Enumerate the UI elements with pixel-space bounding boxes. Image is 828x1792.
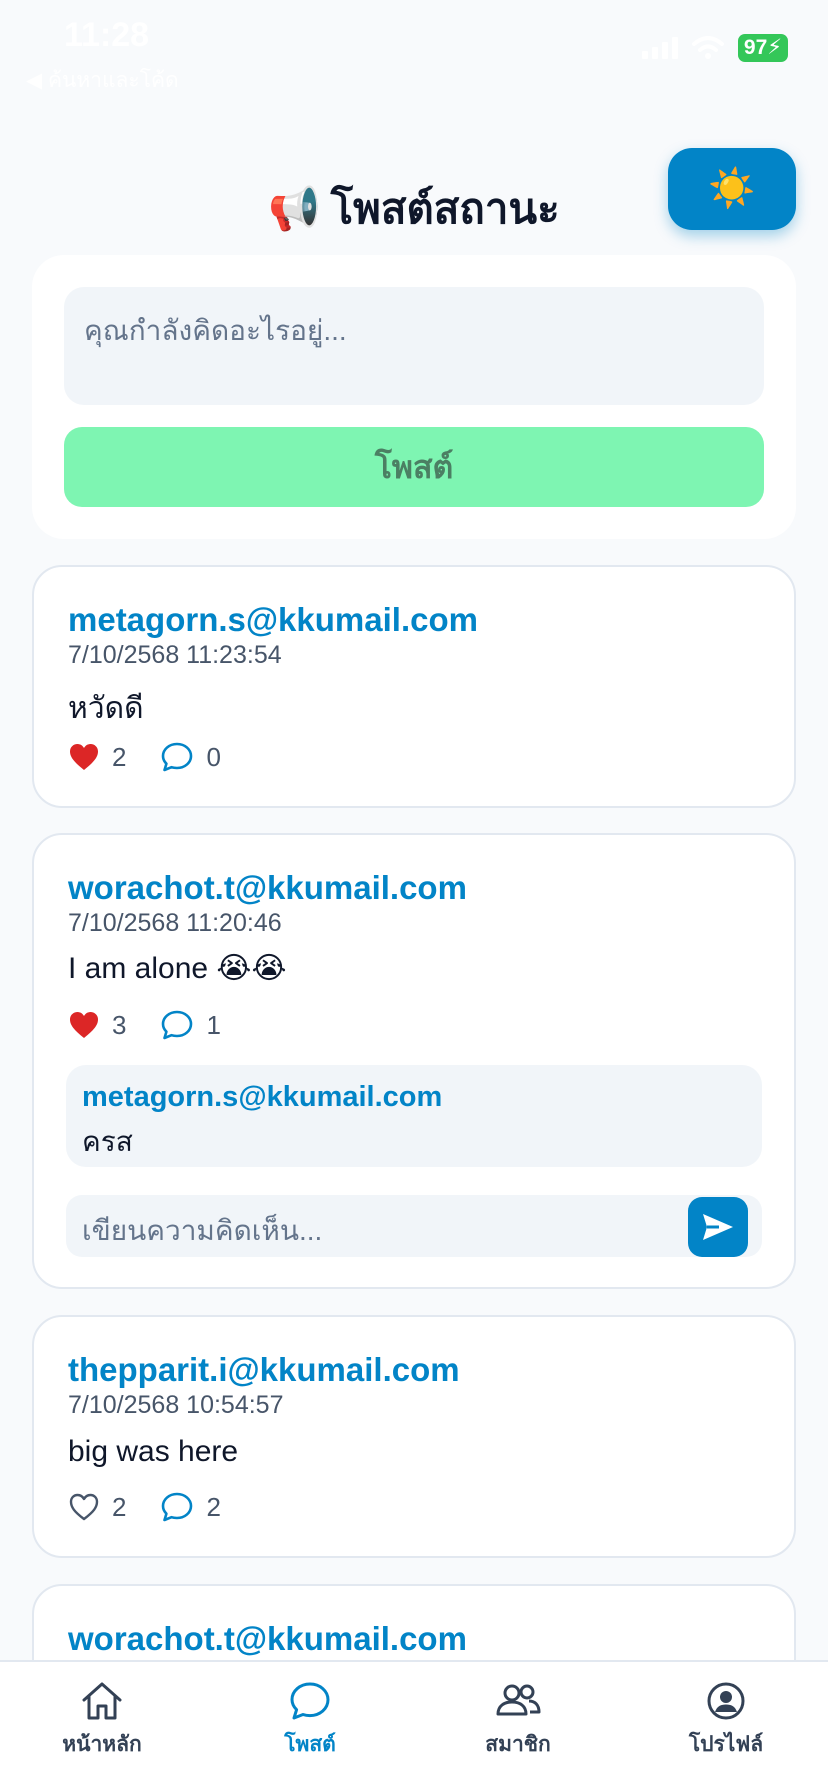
theme-toggle-button[interactable]: ☀️ (668, 148, 796, 230)
wifi-icon (691, 36, 724, 59)
like-button[interactable]: 2 (68, 742, 126, 773)
megaphone-icon: 📢 (268, 184, 321, 232)
post-card: thepparit.i@kkumail.com 7/10/2568 10:54:… (32, 1315, 796, 1558)
page-title-text: โพสต์สถานะ (330, 185, 560, 232)
post-actions: 2 2 (68, 1491, 221, 1523)
status-bar: 11:28 ◀ ค้นหาและโค้ด 97⚡ (0, 0, 828, 92)
status-icons: 97⚡ (641, 34, 788, 62)
page-title: 📢 โพสต์สถานะ (268, 176, 559, 242)
home-icon (82, 1682, 122, 1720)
comment-text: ครส (82, 1126, 133, 1157)
post-text: หวัดดี (68, 692, 144, 725)
nav-label-members: สมาชิก (485, 1733, 551, 1756)
comment-count: 2 (206, 1491, 221, 1522)
chat-icon (290, 1682, 330, 1720)
post-date: 7/10/2568 11:23:54 (68, 641, 282, 669)
comment-toggle-button[interactable]: 0 (160, 741, 221, 773)
post-actions: 2 0 (68, 741, 221, 773)
comment-icon (162, 1010, 193, 1040)
like-count: 2 (112, 1491, 127, 1522)
post-text: I am alone 😭😭 (68, 952, 287, 985)
heart-filled-icon (70, 1012, 98, 1038)
sun-icon: ☀️ (708, 168, 756, 210)
comment-item: metagorn.s@kkumail.com ครส (66, 1065, 762, 1167)
comment-count: 1 (206, 1009, 221, 1040)
nav-item-profile[interactable]: โปรไฟล์ (646, 1680, 806, 1761)
battery-indicator: 97⚡ (737, 34, 788, 62)
post-author[interactable]: metagorn.s@kkumail.com (68, 601, 478, 639)
nav-item-members[interactable]: สมาชิก (438, 1680, 598, 1761)
battery-level: 97 (743, 36, 768, 59)
post-card: worachot.t@kkumail.com 7/10/2568 11:20:4… (32, 833, 796, 1289)
like-button[interactable]: 2 (68, 1492, 126, 1523)
bottom-navigation: หน้าหลัก โพสต์ สมาชิก โปรไฟล์ (0, 1660, 828, 1792)
profile-icon (707, 1682, 745, 1720)
heart-filled-icon (70, 744, 98, 770)
heart-outline-icon (69, 1493, 99, 1521)
post-actions: 3 1 (68, 1009, 221, 1041)
post-button[interactable]: โพสต์ (64, 427, 764, 507)
send-comment-button[interactable] (688, 1197, 748, 1257)
comment-author[interactable]: metagorn.s@kkumail.com (82, 1081, 746, 1114)
like-button[interactable]: 3 (68, 1010, 126, 1041)
charging-icon: ⚡ (767, 36, 782, 59)
comment-toggle-button[interactable]: 2 (160, 1491, 221, 1523)
post-author[interactable]: worachot.t@kkumail.com (68, 1620, 467, 1658)
nav-item-home[interactable]: หน้าหลัก (22, 1680, 182, 1761)
send-icon (703, 1214, 733, 1240)
status-input[interactable]: คุณกำลังคิดอะไรอยู่... (64, 287, 764, 405)
post-text: big was here (68, 1435, 239, 1468)
like-count: 3 (112, 1009, 127, 1040)
nav-label-home: หน้าหลัก (62, 1733, 142, 1756)
status-time: 11:28 (64, 16, 150, 54)
members-icon (496, 1684, 541, 1716)
post-date: 7/10/2568 11:20:46 (68, 909, 282, 937)
post-date: 7/10/2568 10:54:57 (68, 1391, 284, 1419)
signal-icon (641, 37, 678, 59)
post-author[interactable]: worachot.t@kkumail.com (68, 869, 467, 907)
like-count: 2 (112, 741, 127, 772)
post-author[interactable]: thepparit.i@kkumail.com (68, 1351, 460, 1389)
nav-label-posts: โพสต์ (284, 1733, 336, 1756)
comment-count: 0 (206, 741, 221, 772)
comment-toggle-button[interactable]: 1 (160, 1009, 221, 1041)
comment-input-row: เขียนความคิดเห็น... (66, 1195, 762, 1257)
post-composer: คุณกำลังคิดอะไรอยู่... โพสต์ (32, 255, 796, 539)
back-to-app-link[interactable]: ◀ ค้นหาและโค้ด (26, 64, 179, 97)
nav-item-posts[interactable]: โพสต์ (230, 1680, 390, 1761)
nav-label-profile: โปรไฟล์ (688, 1733, 764, 1756)
comment-icon (162, 1492, 193, 1522)
post-card: metagorn.s@kkumail.com 7/10/2568 11:23:5… (32, 565, 796, 808)
comment-icon (162, 742, 193, 772)
comment-input[interactable]: เขียนความคิดเห็น... (82, 1209, 322, 1253)
